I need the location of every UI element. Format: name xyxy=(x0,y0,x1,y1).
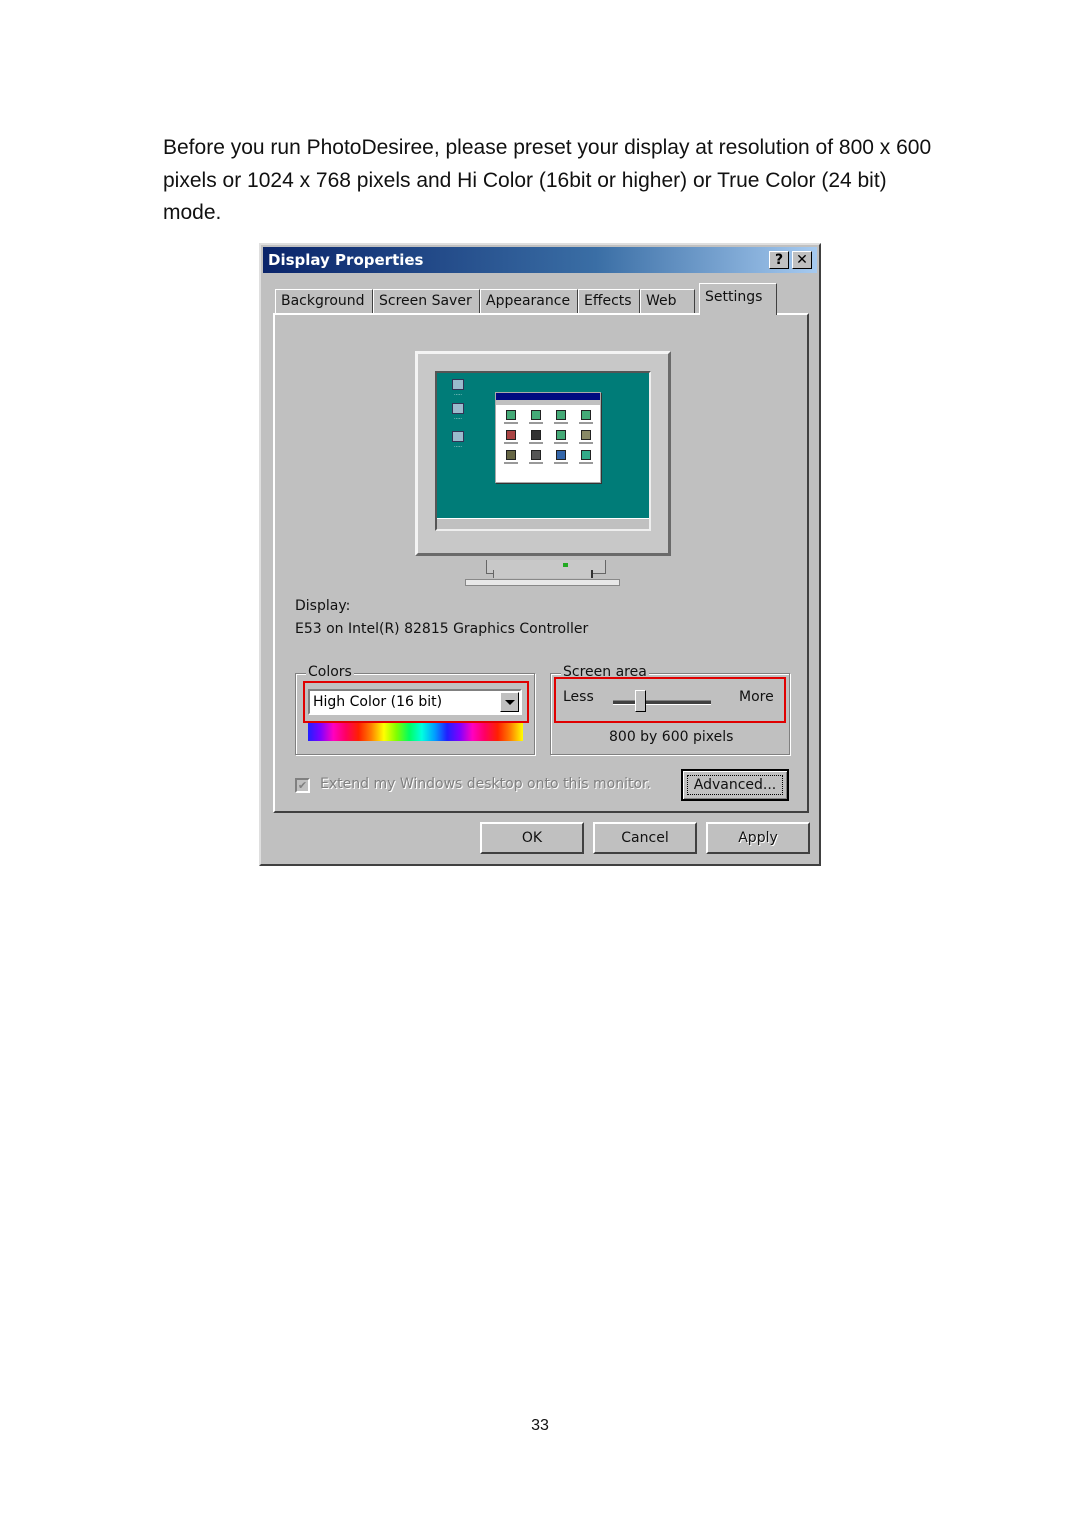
color-spectrum-bar xyxy=(308,723,523,741)
cancel-button[interactable]: Cancel xyxy=(593,822,697,854)
settings-panel: ····· ····· ····· Display: E53 on Intel(… xyxy=(273,313,809,813)
extend-desktop-label: Extend my Windows desktop onto this moni… xyxy=(320,776,651,792)
resolution-text: 800 by 600 pixels xyxy=(609,729,734,745)
highlight-box-colors xyxy=(303,681,529,723)
highlight-box-screen-area xyxy=(554,677,786,723)
dialog-title: Display Properties xyxy=(268,251,424,269)
tab-web[interactable]: Web xyxy=(640,289,695,313)
colors-group: Colors High Color (16 bit) xyxy=(295,664,535,755)
tab-background[interactable]: Background xyxy=(275,289,373,313)
extend-desktop-checkbox[interactable]: ✔ xyxy=(295,778,310,793)
display-properties-dialog: Display Properties ? ✕ Background Screen… xyxy=(259,243,821,866)
tab-screen-saver[interactable]: Screen Saver xyxy=(373,289,480,313)
display-adapter-name: E53 on Intel(R) 82815 Graphics Controlle… xyxy=(295,621,589,637)
monitor-foot xyxy=(465,579,620,586)
help-button[interactable]: ? xyxy=(769,251,789,269)
intro-paragraph: Before you run PhotoDesiree, please pres… xyxy=(163,136,932,224)
display-label: Display: xyxy=(295,598,351,614)
close-icon: ✕ xyxy=(796,252,808,268)
advanced-button[interactable]: Advanced... xyxy=(681,769,789,801)
page-number: 33 xyxy=(531,1417,549,1434)
tab-effects[interactable]: Effects xyxy=(578,289,640,313)
ok-button[interactable]: OK xyxy=(480,822,584,854)
screen-area-group: Screen area Less More 800 by 600 pixels xyxy=(550,664,790,755)
colors-group-label: Colors xyxy=(306,664,354,680)
title-bar: Display Properties ? ✕ xyxy=(263,247,817,273)
tab-settings[interactable]: Settings xyxy=(699,283,777,315)
help-icon: ? xyxy=(774,252,784,268)
monitor-neck xyxy=(493,570,593,578)
close-button[interactable]: ✕ xyxy=(792,251,812,269)
apply-button[interactable]: Apply xyxy=(706,822,810,854)
tab-appearance[interactable]: Appearance xyxy=(480,289,578,313)
